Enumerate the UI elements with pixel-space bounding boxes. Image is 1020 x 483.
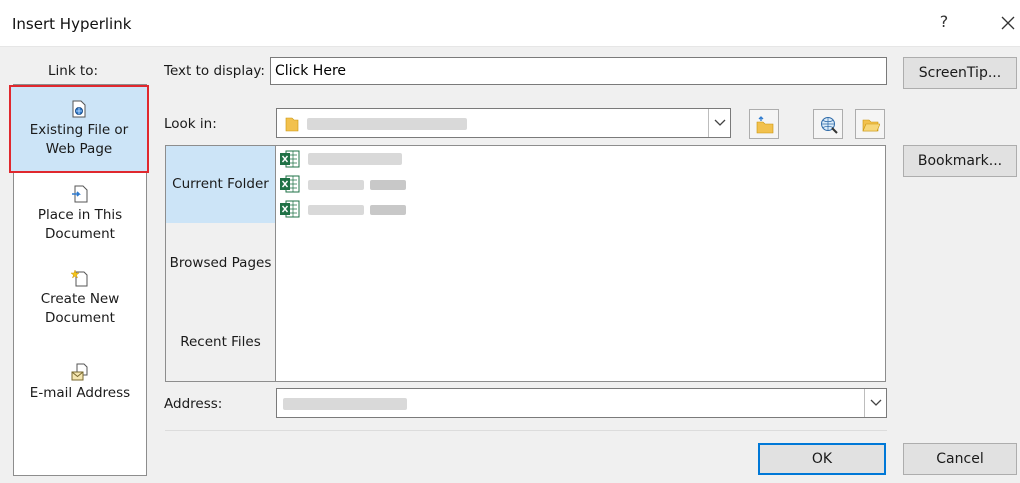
link-to-item-label: E-mail Address: [29, 385, 131, 401]
chevron-down-icon: [714, 119, 726, 126]
link-to-place-in-document[interactable]: Place in This Document: [14, 185, 146, 244]
help-button[interactable]: ?: [934, 12, 954, 34]
link-to-email-address[interactable]: E-mail Address: [14, 363, 146, 403]
up-folder-icon: [756, 116, 774, 134]
text-to-display-input[interactable]: [270, 57, 887, 85]
folder-icon: [285, 117, 299, 132]
address-dropdown-arrow[interactable]: [864, 389, 886, 417]
look-in-dropdown[interactable]: [276, 108, 731, 138]
browse-file-button[interactable]: [855, 109, 885, 139]
excel-file-icon: [280, 200, 300, 218]
link-to-label: Link to:: [48, 63, 99, 79]
excel-file-icon: [280, 175, 300, 193]
nav-current-folder[interactable]: Current Folder: [166, 146, 275, 223]
list-item[interactable]: [280, 174, 410, 194]
address-combobox[interactable]: [276, 388, 887, 418]
location-nav-panel: Current Folder Browsed Pages Recent File…: [165, 145, 276, 382]
link-to-existing-file[interactable]: Existing File or Web Page: [9, 85, 149, 173]
look-in-label: Look in:: [164, 116, 217, 132]
link-to-panel: Existing File or Web Page Place in This …: [9, 84, 149, 476]
footer-divider: [165, 430, 887, 431]
browse-web-icon: [821, 117, 838, 134]
new-document-icon: [71, 269, 88, 287]
link-to-item-label: Place in This: [37, 207, 123, 223]
title-bar: Insert Hyperlink ?: [0, 0, 1020, 46]
chevron-down-icon: [870, 399, 882, 406]
insert-hyperlink-dialog: Insert Hyperlink ? Link to: Existing Fil…: [0, 0, 1020, 483]
place-in-document-icon: [72, 185, 88, 203]
link-to-item-label: Create New: [40, 291, 120, 307]
list-item[interactable]: [280, 199, 410, 219]
address-label: Address:: [164, 396, 223, 412]
look-in-dropdown-arrow[interactable]: [708, 109, 730, 137]
browse-web-button[interactable]: [813, 109, 843, 139]
link-to-create-new-document[interactable]: Create New Document: [14, 269, 146, 328]
link-to-item-label: Document: [45, 226, 115, 242]
link-to-item-label: Web Page: [45, 141, 113, 157]
nav-browsed-pages[interactable]: Browsed Pages: [166, 225, 275, 302]
existing-file-icon: [72, 100, 86, 118]
up-one-folder-button[interactable]: [749, 109, 779, 139]
title-bar-divider: [0, 46, 1020, 47]
nav-recent-files[interactable]: Recent Files: [166, 304, 275, 381]
link-to-item-label: Existing File or: [29, 122, 129, 138]
close-icon: [1001, 16, 1015, 30]
blurred-path: [307, 118, 467, 130]
screentip-button[interactable]: ScreenTip...: [903, 57, 1017, 89]
dialog-title: Insert Hyperlink: [12, 15, 132, 33]
open-folder-icon: [862, 119, 880, 132]
excel-file-icon: [280, 150, 300, 168]
cancel-button[interactable]: Cancel: [903, 443, 1017, 475]
file-list: [275, 145, 886, 382]
ok-button[interactable]: OK: [758, 443, 886, 475]
close-button[interactable]: [996, 11, 1020, 35]
text-to-display-label: Text to display:: [164, 63, 265, 79]
email-icon: [71, 363, 88, 381]
bookmark-button[interactable]: Bookmark...: [903, 145, 1017, 177]
link-to-item-label: Document: [45, 310, 115, 326]
list-item[interactable]: [280, 149, 410, 169]
blurred-address: [283, 398, 407, 410]
